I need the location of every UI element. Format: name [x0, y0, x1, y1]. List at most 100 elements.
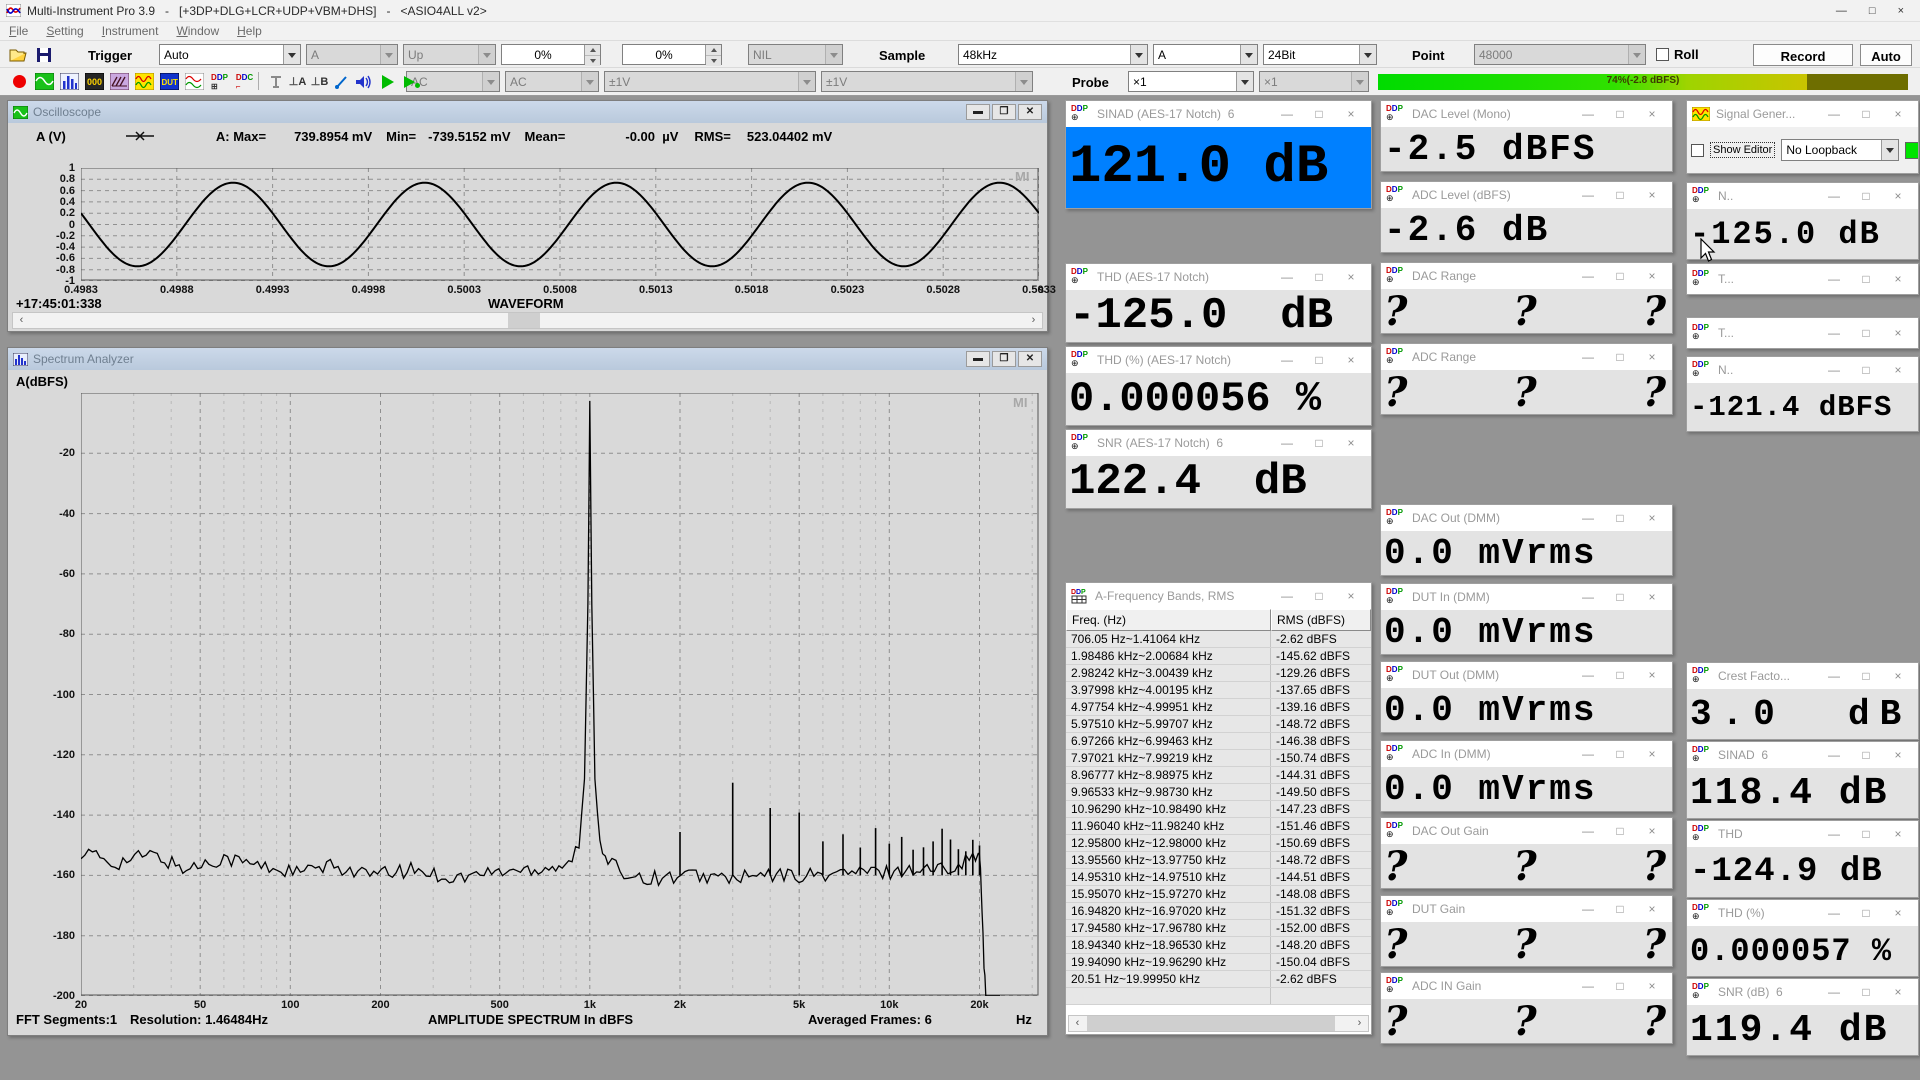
dut-in-dmm-titlebar[interactable]: DDP⊕DUT In (DMM)—□×: [1381, 584, 1672, 610]
table-header-freq[interactable]: Freq. (Hz): [1066, 609, 1271, 631]
minimize-button[interactable]: —: [1575, 350, 1601, 364]
maximize-button[interactable]: □: [1853, 985, 1879, 999]
thd-notch-titlebar[interactable]: DDP⊕THD (AES-17 Notch)—□×: [1066, 264, 1371, 290]
close-button[interactable]: ✕: [1018, 104, 1042, 120]
maximize-button[interactable]: □: [1607, 668, 1633, 682]
noise-level-titlebar[interactable]: DDP⊕N..—□×: [1687, 183, 1918, 209]
thd-percent-titlebar[interactable]: DDP⊕THD (%)—□×: [1687, 900, 1918, 926]
minimize-button[interactable]: —: [1821, 906, 1847, 920]
close-button[interactable]: ×: [1338, 107, 1364, 121]
close-button[interactable]: ×: [1639, 511, 1665, 525]
run-icon[interactable]: [376, 70, 399, 93]
trigger-edge-combo[interactable]: Up: [403, 44, 496, 65]
minimize-button[interactable]: —: [1821, 272, 1847, 286]
maximize-button[interactable]: □: [1607, 824, 1633, 838]
close-button[interactable]: ×: [1338, 270, 1364, 284]
sample-rate-combo[interactable]: 48kHz: [958, 44, 1148, 65]
minimize-button[interactable]: —: [1274, 353, 1300, 367]
dut-gain-titlebar[interactable]: DDP⊕DUT Gain—□×: [1381, 896, 1672, 922]
point-combo[interactable]: 48000: [1474, 44, 1646, 65]
minimize-button[interactable]: —: [1821, 985, 1847, 999]
close-button[interactable]: ×: [1338, 436, 1364, 450]
maximize-button[interactable]: □: [1607, 107, 1633, 121]
adc-in-dmm-titlebar[interactable]: DDP⊕ADC In (DMM)—□×: [1381, 741, 1672, 767]
restore-button[interactable]: ❐: [992, 351, 1016, 367]
spectrum-plot[interactable]: MI: [8, 348, 1047, 1035]
noise-dbfs-titlebar[interactable]: DDP⊕N..—□×: [1687, 357, 1918, 383]
trigger-level-spinner[interactable]: 0%: [501, 44, 601, 65]
minimize-button[interactable]: —: [1274, 107, 1300, 121]
range-a-combo[interactable]: ±1V: [604, 71, 816, 92]
close-button[interactable]: ×: [1639, 824, 1665, 838]
device-test-plan-icon[interactable]: DUT: [158, 70, 181, 93]
minimize-button[interactable]: —: [1821, 326, 1847, 340]
thd-titlebar[interactable]: DDP⊕THD—□×: [1687, 821, 1918, 847]
roll-checkbox-box[interactable]: [1656, 48, 1669, 61]
close-button[interactable]: ×: [1885, 985, 1911, 999]
crest-factor-titlebar[interactable]: DDP⊕Crest Facto...—□×: [1687, 663, 1918, 689]
ddc-icon[interactable]: DDC⌐: [233, 70, 256, 93]
maximize-button[interactable]: □: [1607, 979, 1633, 993]
dac-range-titlebar[interactable]: DDP⊕DAC Range—□×: [1381, 263, 1672, 289]
close-button[interactable]: ×: [1885, 107, 1911, 121]
minimize-button[interactable]: —: [1274, 270, 1300, 284]
dac-out-dmm-titlebar[interactable]: DDP⊕DAC Out (DMM)—□×: [1381, 505, 1672, 531]
hold-icon[interactable]: [264, 70, 287, 93]
minimize-button[interactable]: —: [1575, 511, 1601, 525]
show-editor-checkbox[interactable]: [1691, 144, 1704, 157]
close-button[interactable]: ×: [1639, 107, 1665, 121]
close-button[interactable]: ×: [1885, 669, 1911, 683]
minimize-button[interactable]: —: [1821, 748, 1847, 762]
thd-n-small-titlebar[interactable]: DDP⊕T...—□×: [1687, 318, 1918, 348]
minimize-button[interactable]: —: [1274, 589, 1300, 603]
minimize-button[interactable]: —: [1821, 107, 1847, 121]
minimize-button[interactable]: —: [1575, 747, 1601, 761]
maximize-button[interactable]: □: [1607, 747, 1633, 761]
close-button[interactable]: ×: [1639, 590, 1665, 604]
maximize-button[interactable]: □: [1306, 353, 1332, 367]
snr-notch-titlebar[interactable]: DDP⊕SNR (AES-17 Notch) 6—□×: [1066, 430, 1371, 456]
sinad-notch-titlebar[interactable]: DDP⊕SINAD (AES-17 Notch) 6—□×: [1066, 101, 1371, 127]
app-minimize-button[interactable]: —: [1836, 5, 1847, 17]
minimize-button[interactable]: —: [1575, 979, 1601, 993]
spectrum-3d-plot-icon[interactable]: [108, 70, 131, 93]
minimize-button[interactable]: —: [1821, 669, 1847, 683]
minimize-button[interactable]: —: [1821, 827, 1847, 841]
app-close-button[interactable]: ×: [1898, 5, 1904, 17]
scope-hscrollbar[interactable]: ‹ ›: [12, 312, 1043, 329]
close-button[interactable]: ×: [1639, 979, 1665, 993]
maximize-button[interactable]: □: [1607, 511, 1633, 525]
spectrum-titlebar[interactable]: Spectrum Analyzer ▬ ❐ ✕: [8, 348, 1047, 370]
sinad-titlebar[interactable]: DDP⊕SINAD 6—□×: [1687, 742, 1918, 768]
generator-on-led[interactable]: [1905, 142, 1919, 159]
thd-small-titlebar[interactable]: DDP⊕T...—□×: [1687, 264, 1918, 294]
maximize-button[interactable]: □: [1306, 589, 1332, 603]
maximize-button[interactable]: □: [1306, 436, 1332, 450]
minimize-button[interactable]: —: [1821, 189, 1847, 203]
menu-help[interactable]: Help: [228, 22, 271, 40]
calibration-icon[interactable]: [330, 70, 353, 93]
minimize-button[interactable]: —: [1575, 902, 1601, 916]
maximize-button[interactable]: □: [1853, 827, 1879, 841]
dac-level-titlebar[interactable]: DDP⊕DAC Level (Mono)—□×: [1381, 101, 1672, 127]
ddp-viewer-icon[interactable]: [183, 70, 206, 93]
close-button[interactable]: ×: [1885, 748, 1911, 762]
range-b-combo[interactable]: ±1V: [821, 71, 1033, 92]
close-button[interactable]: ×: [1338, 353, 1364, 367]
signal-generator-icon[interactable]: [133, 70, 156, 93]
maximize-button[interactable]: □: [1607, 350, 1633, 364]
maximize-button[interactable]: □: [1853, 189, 1879, 203]
app-maximize-button[interactable]: □: [1869, 5, 1876, 17]
close-button[interactable]: ×: [1885, 326, 1911, 340]
close-button[interactable]: ×: [1639, 350, 1665, 364]
minimize-button[interactable]: —: [1821, 363, 1847, 377]
probe-a-icon[interactable]: ⊥A: [286, 70, 309, 93]
auto-button[interactable]: Auto: [1860, 44, 1912, 66]
close-button[interactable]: ×: [1885, 827, 1911, 841]
table-hscrollbar[interactable]: ‹ ›: [1068, 1015, 1369, 1032]
signal-generator-titlebar[interactable]: Signal Gener... — □ ×: [1687, 101, 1918, 127]
probe-a-combo[interactable]: ×1: [1128, 71, 1254, 92]
minimize-button[interactable]: —: [1575, 107, 1601, 121]
minimize-button[interactable]: —: [1575, 269, 1601, 283]
trigger-frequency-combo[interactable]: NIL: [748, 44, 843, 65]
